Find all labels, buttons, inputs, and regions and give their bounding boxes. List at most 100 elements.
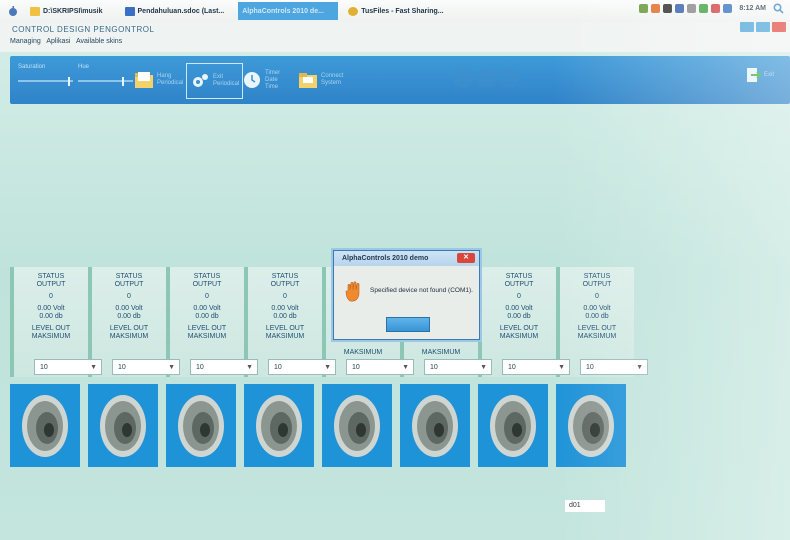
maximize-button[interactable] xyxy=(756,22,770,32)
tray-icon[interactable] xyxy=(639,4,649,13)
max-label: MAKSIMUM xyxy=(187,333,227,340)
tray-icon[interactable] xyxy=(723,4,733,13)
level-label: LEVEL OUT xyxy=(187,325,227,332)
search-button[interactable] xyxy=(740,22,754,32)
db-value: 0.00 db xyxy=(117,313,141,320)
tray-icon[interactable] xyxy=(675,4,685,13)
gear-icon xyxy=(193,74,208,87)
chevron-down-icon: ▼ xyxy=(168,364,175,371)
timer-button[interactable]: Timer Date Time xyxy=(242,63,291,97)
max-label: MAKSIMUM xyxy=(109,333,149,340)
level-label: LEVEL OUT xyxy=(31,325,71,332)
max-label: MAKSIMUM xyxy=(577,333,617,340)
tray-icon[interactable] xyxy=(651,4,661,13)
output-label: OUTPUT xyxy=(582,281,612,288)
level-select-8[interactable]: 10 ▼ xyxy=(580,359,648,375)
dialog-ok-button[interactable] xyxy=(386,317,430,332)
taskbar-item-label: AlphaControls 2010 de... xyxy=(242,7,324,15)
taskbar-item-folder[interactable]: D:\SKRIPSI\musik xyxy=(26,2,107,20)
output-label: OUTPUT xyxy=(504,281,534,288)
button-label: Timer Date Time xyxy=(265,69,281,90)
clock-icon xyxy=(244,72,260,88)
button-label: Connect System xyxy=(321,73,344,86)
tray-icon[interactable] xyxy=(699,4,709,13)
tray-icon[interactable] xyxy=(711,4,721,13)
stop-hand-icon xyxy=(345,281,360,302)
taskbar-item-document[interactable]: Pendahuluan.sdoc (Last... xyxy=(121,2,229,20)
saturation-slider[interactable]: Saturation xyxy=(18,64,73,86)
speaker-icon xyxy=(100,395,146,457)
button-label: Exit Periodical xyxy=(213,74,240,87)
dialog-title-bar: AlphaControls 2010 demo ✕ xyxy=(334,251,479,266)
select-value: 10 xyxy=(196,364,204,371)
speaker-button-8[interactable] xyxy=(556,384,626,467)
speaker-button-5[interactable] xyxy=(322,384,392,467)
status-label: STATUS xyxy=(583,273,611,280)
tray-icon[interactable] xyxy=(687,4,697,13)
level-label: LEVEL OUT xyxy=(109,325,149,332)
slider-label: Saturation xyxy=(18,64,46,70)
level-select-2[interactable]: 10 ▼ xyxy=(112,359,180,375)
level-select-3[interactable]: 10 ▼ xyxy=(190,359,258,375)
tray-icon[interactable] xyxy=(663,4,673,13)
output-label: OUTPUT xyxy=(114,281,144,288)
max-label: MAKSIMUM xyxy=(499,333,539,340)
speaker-icon xyxy=(256,395,302,457)
chevron-down-icon: ▼ xyxy=(558,364,565,371)
device-field[interactable]: d01 xyxy=(565,500,605,512)
slider-label: Hue xyxy=(78,64,90,70)
taskbar: D:\SKRIPSI\musik Pendahuluan.sdoc (Last.… xyxy=(0,0,790,22)
volt-value: 0.00 Volt xyxy=(505,305,533,312)
volt-value: 0.00 Volt xyxy=(37,305,65,312)
status-label: STATUS xyxy=(271,273,299,280)
volt-value: 0.00 Volt xyxy=(115,305,143,312)
level-select-4[interactable]: 10 ▼ xyxy=(268,359,336,375)
speaker-icon xyxy=(22,395,68,457)
level-select-5[interactable]: 10 ▼ xyxy=(346,359,414,375)
slider-thumb[interactable] xyxy=(122,77,124,86)
menu-item-skins[interactable]: Available skins xyxy=(76,38,122,45)
start-icon[interactable] xyxy=(6,2,20,20)
exit-button[interactable]: Exit xyxy=(745,66,774,84)
hue-slider[interactable]: Hue xyxy=(78,64,133,86)
output-label: OUTPUT xyxy=(36,281,66,288)
taskbar-item-browser[interactable]: TusFiles - Fast Sharing... xyxy=(344,2,447,20)
menu-item-aplikasi[interactable]: Aplikasi xyxy=(46,38,70,45)
max-label: MAKSIMUM xyxy=(31,333,71,340)
error-dialog: AlphaControls 2010 demo ✕ Specified devi… xyxy=(333,250,480,340)
speaker-button-1[interactable] xyxy=(10,384,80,467)
folder-open-icon xyxy=(135,72,153,88)
level-select-7[interactable]: 10 ▼ xyxy=(502,359,570,375)
hang-periodical-button[interactable]: Hang Periodical xyxy=(134,63,183,97)
exit-periodical-button[interactable]: Exit Periodical xyxy=(186,63,243,99)
chevron-down-icon: ▼ xyxy=(402,364,409,371)
taskbar-item-alphacontrols[interactable]: AlphaControls 2010 de... xyxy=(238,2,339,20)
connect-button[interactable]: Connect System xyxy=(298,63,347,97)
button-label: Exit xyxy=(763,72,774,78)
output-value: 0 xyxy=(49,293,53,300)
menu-item-managing[interactable]: Managing xyxy=(10,38,41,45)
output-value: 0 xyxy=(517,293,521,300)
search-icon[interactable] xyxy=(773,3,784,14)
speaker-button-6[interactable] xyxy=(400,384,470,467)
level-select-1[interactable]: 10 ▼ xyxy=(34,359,102,375)
speaker-icon xyxy=(178,395,224,457)
close-button[interactable] xyxy=(772,22,786,32)
select-value: 10 xyxy=(352,364,360,371)
output-value: 0 xyxy=(595,293,599,300)
speaker-button-7[interactable] xyxy=(478,384,548,467)
speaker-button-4[interactable] xyxy=(244,384,314,467)
dialog-title: AlphaControls 2010 demo xyxy=(342,255,429,262)
level-select-6[interactable]: 10 ▼ xyxy=(424,359,492,375)
select-value: 10 xyxy=(508,364,516,371)
chevron-down-icon: ▼ xyxy=(636,364,643,371)
speaker-button-2[interactable] xyxy=(88,384,158,467)
slider-thumb[interactable] xyxy=(68,77,70,86)
disabled-icon xyxy=(453,68,473,88)
status-label: STATUS xyxy=(505,273,533,280)
speaker-icon xyxy=(334,395,380,457)
exit-icon xyxy=(746,68,761,82)
dialog-close-button[interactable]: ✕ xyxy=(457,253,475,263)
output-label: OUTPUT xyxy=(192,281,222,288)
speaker-button-3[interactable] xyxy=(166,384,236,467)
